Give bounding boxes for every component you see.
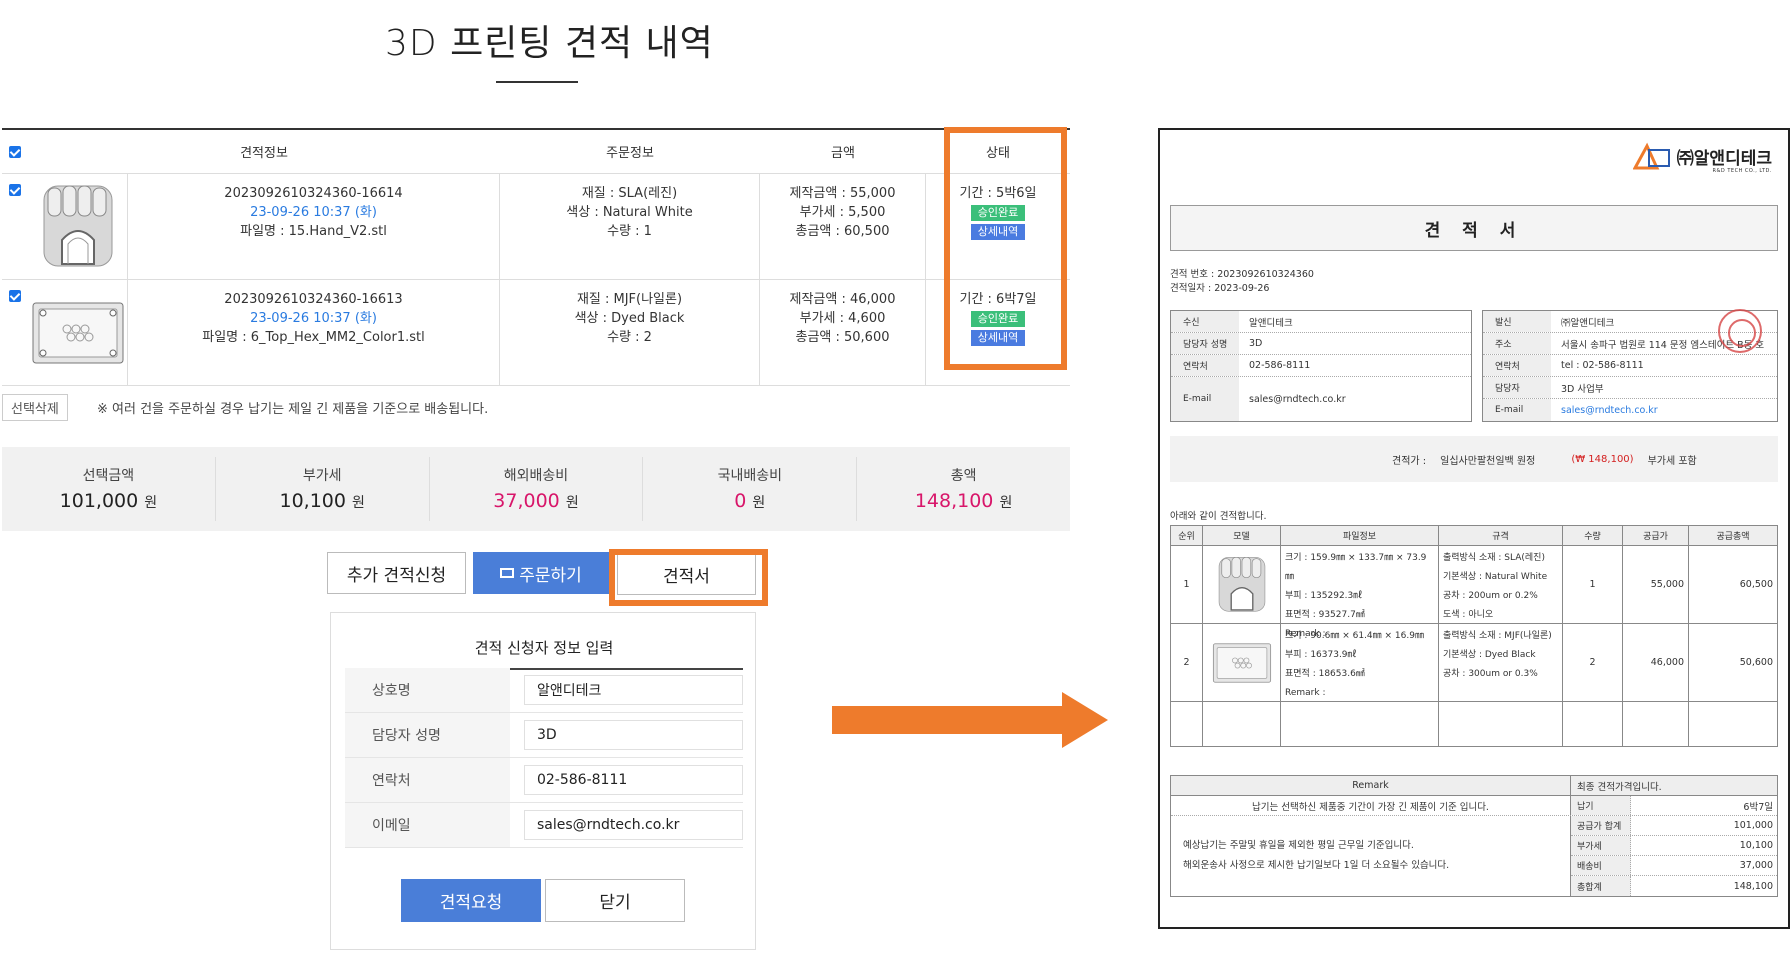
delete-selected-button[interactable]: 선택삭제	[2, 394, 68, 421]
model-thumbnail	[1203, 546, 1281, 623]
status-highlight-box	[944, 127, 1067, 370]
hand-model-icon	[43, 185, 112, 266]
phone-input[interactable]: 02-586-8111	[523, 765, 743, 795]
table-row: 2023092610324360-16613 23-09-26 10:37 (화…	[2, 280, 1070, 386]
quote-table: 견적정보 주문정보 금액 상태 2023092610324360-16614 2…	[2, 128, 1070, 386]
applicant-form: 견적 신청자 정보 입력 상호명 알앤디테크 담당자 성명 3D 연락처 02-…	[330, 612, 756, 950]
title-underline	[496, 81, 578, 83]
hex-plate-model-icon	[1212, 643, 1271, 682]
company-seal-icon	[1718, 309, 1762, 353]
amount-cell: 제작금액 : 46,000 부가세 : 4,600 총금액 : 50,600	[760, 280, 926, 385]
quote-document: ㈜알앤디테크 R&D TECH CO., LTD. 견 적 서 견적 번호 : …	[1158, 128, 1790, 929]
email-input[interactable]: sales@rndtech.co.kr	[523, 810, 743, 840]
grid-row: 1 크기 : 159.9㎜ × 133.7㎜ × 73.9㎜ 부피 : 1352…	[1171, 546, 1777, 639]
spec-info: 출력방식 소재 : MJF(나일론) 기본색상 : Dyed Black 공차 …	[1439, 624, 1563, 701]
col-order-info: 주문정보	[606, 146, 654, 161]
vat: 부가세 : 5,500	[799, 205, 886, 220]
order-info-cell: 재질 : SLA(레진) 색상 : Natural White 수량 : 1	[500, 174, 760, 279]
doc-meta: 견적 번호 : 2023092610324360 견적일자 : 2023-09-…	[1170, 269, 1314, 294]
quote-number: 2023092610324360-16614	[224, 186, 403, 201]
manager-input[interactable]: 3D	[523, 720, 743, 750]
doc-title: 견 적 서	[1170, 205, 1778, 251]
quote-date: 23-09-26 10:37 (화)	[250, 205, 377, 220]
totals-list: 공급가 합계 101,000 부가세 10,100 배송비 37,000 총합계 148…	[1571, 816, 1777, 896]
quantity: 수량 : 1	[607, 224, 652, 239]
summary-total: 총액 148,100 원	[914, 468, 1013, 512]
file-name: 파일명 : 6_Top_Hex_MM2_Color1.stl	[202, 330, 425, 345]
col-quote-info: 견적정보	[240, 146, 288, 161]
col-amount: 금액	[831, 146, 855, 161]
close-button[interactable]: 닫기	[545, 879, 685, 922]
page-title: 3D 프린팅 견적 내역	[385, 23, 714, 64]
model-thumbnail	[28, 280, 128, 385]
doc-intro: 아래와 같이 견적합니다.	[1170, 511, 1267, 522]
quote-button-highlight-box	[609, 549, 768, 606]
total-price: 총금액 : 50,600	[795, 330, 890, 345]
vat: 부가세 : 4,600	[799, 311, 886, 326]
grid-row-empty	[1171, 702, 1777, 746]
form-row-email: 이메일 sales@rndtech.co.kr	[345, 803, 743, 848]
arrow-right-icon	[832, 692, 1108, 748]
file-name: 파일명 : 15.Hand_V2.stl	[240, 224, 387, 239]
quantity: 수량 : 2	[607, 330, 652, 345]
amount-cell: 제작금액 : 55,000 부가세 : 5,500 총금액 : 60,500	[760, 174, 926, 279]
model-thumbnail	[1203, 624, 1281, 701]
logo-mark-icon	[1632, 142, 1670, 170]
price-summary: 선택금액 101,000 원 부가세 10,100 원 해외배송비 37,000…	[2, 447, 1070, 531]
spec-info: 출력방식 소재 : SLA(레진) 기본색상 : Natural White 공…	[1439, 546, 1563, 623]
order-button[interactable]: 주문하기	[473, 552, 609, 594]
summary-overseas-shipping: 해외배송비 37,000 원	[430, 457, 644, 521]
material: 재질 : SLA(레진)	[581, 186, 678, 201]
file-info: 크기 : 90.6㎜ × 61.4㎜ × 16.9㎜ 부피 : 16373.9㎖…	[1281, 624, 1439, 701]
recipient-table: 수신 알앤디테크 담당자 성명 3D 연락처 02-586-8111 E-mail sa…	[1170, 310, 1472, 422]
item-grid: 순위 모델 파일정보 규격 수량 공급가 공급총액 1 크기 : 159.9㎜ …	[1170, 525, 1778, 747]
make-price: 제작금액 : 46,000	[789, 292, 896, 307]
select-all-checkbox[interactable]	[2, 145, 28, 158]
grid-header: 순위 모델 파일정보 규격 수량 공급가 공급총액	[1171, 526, 1777, 546]
file-info: 크기 : 159.9㎜ × 133.7㎜ × 73.9㎜ 부피 : 135292…	[1281, 546, 1439, 639]
quote-number: 2023092610324360-16613	[224, 292, 403, 307]
form-title: 견적 신청자 정보 입력	[345, 637, 743, 670]
quote-price-bar: 견적가 : 일십사만팔천일백 원정 (₩ 148,100) 부가세 포함	[1170, 436, 1778, 482]
card-icon	[500, 568, 515, 578]
color: 색상 : Dyed Black	[574, 311, 685, 326]
hex-plate-model-icon	[32, 302, 123, 363]
make-price: 제작금액 : 55,000	[789, 186, 896, 201]
summary-vat: 부가세 10,100 원	[216, 457, 430, 521]
row-checkbox[interactable]	[2, 280, 28, 385]
shipping-note: ※ 여러 건을 주문하실 경우 납기는 제일 긴 제품을 기준으로 배송됩니다.	[97, 402, 489, 417]
form-row-phone: 연락처 02-586-8111	[345, 758, 743, 803]
quote-info-cell: 2023092610324360-16614 23-09-26 10:37 (화…	[128, 174, 500, 279]
color: 색상 : Natural White	[566, 205, 693, 220]
add-quote-button[interactable]: 추가 견적신청	[327, 552, 466, 594]
order-info-cell: 재질 : MJF(나일론) 색상 : Dyed Black 수량 : 2	[500, 280, 760, 385]
material: 재질 : MJF(나일론)	[576, 292, 683, 307]
doc-footer: Remark 최종 견적가격입니다. 납기는 선택하신 제품중 기간이 가장 긴…	[1170, 775, 1778, 897]
table-row: 2023092610324360-16614 23-09-26 10:37 (화…	[2, 174, 1070, 280]
request-quote-button[interactable]: 견적요청	[401, 879, 541, 922]
form-row-company: 상호명 알앤디테크	[345, 668, 743, 713]
grid-row: 2 크기 : 90.6㎜ × 61.4㎜ × 16.9㎜ 부피 : 16373.…	[1171, 624, 1777, 702]
hand-model-icon	[1218, 556, 1265, 612]
row-checkbox[interactable]	[2, 174, 28, 279]
quote-date: 23-09-26 10:37 (화)	[250, 311, 377, 326]
model-thumbnail	[28, 174, 128, 279]
quote-info-cell: 2023092610324360-16613 23-09-26 10:37 (화…	[128, 280, 500, 385]
form-row-manager: 담당자 성명 3D	[345, 713, 743, 758]
company-logo: ㈜알앤디테크 R&D TECH CO., LTD.	[1632, 142, 1772, 174]
summary-domestic-shipping: 국내배송비 0 원	[643, 457, 858, 521]
summary-selected: 선택금액 101,000 원	[2, 457, 216, 521]
table-header: 견적정보 주문정보 금액 상태	[2, 130, 1070, 174]
total-price: 총금액 : 60,500	[795, 224, 890, 239]
footer-notes: 예상납기는 주말및 휴일을 제외한 평일 근무일 기준입니다. 해외운송사 사정…	[1171, 816, 1571, 896]
company-input[interactable]: 알앤디테크	[523, 675, 743, 705]
